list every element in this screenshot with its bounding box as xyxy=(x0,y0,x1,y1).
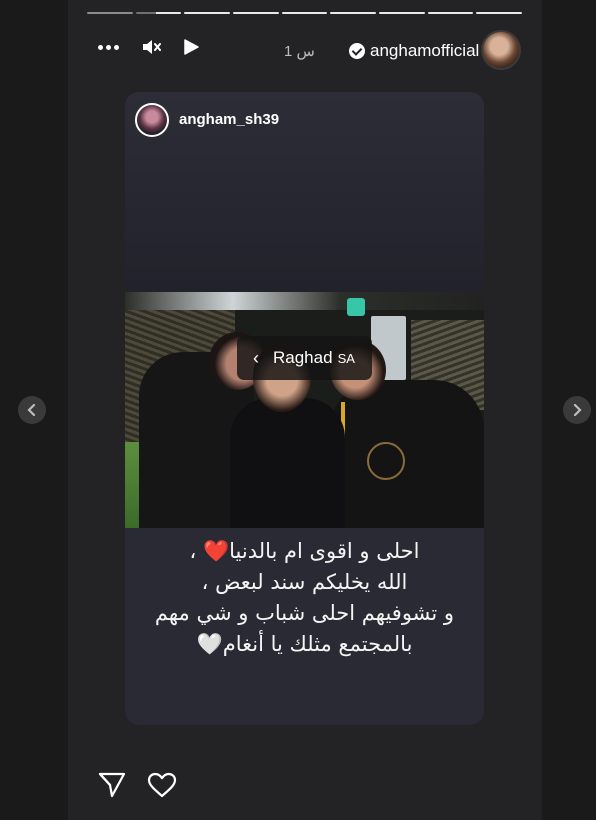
mention-suffix: SA xyxy=(337,350,355,366)
progress-segment-current xyxy=(135,12,182,14)
person-right xyxy=(330,380,484,528)
progress-segment xyxy=(330,12,377,14)
shared-post-photo xyxy=(125,292,484,528)
mention-tag[interactable]: ‹ Raghad SA xyxy=(237,336,372,380)
more-options-button[interactable] xyxy=(98,44,119,50)
verified-badge-icon xyxy=(349,43,365,59)
story-username[interactable]: anghamofficial xyxy=(349,41,479,61)
progress-segment xyxy=(233,12,279,14)
chevron-left-icon: ‹ xyxy=(253,347,259,368)
story-frame: 1 س anghamofficial angham_sh39 ‹ Raghad … xyxy=(68,0,542,820)
avatar[interactable] xyxy=(481,30,521,70)
progress-segment xyxy=(184,12,231,14)
progress-segment xyxy=(379,12,425,14)
send-button[interactable] xyxy=(98,772,126,803)
mention-name: Raghad xyxy=(273,348,333,367)
stadium-sign xyxy=(347,298,365,316)
caption-line: احلى و اقوى ام بالدنيا❤️ ، xyxy=(189,539,420,563)
story-time: 1 س xyxy=(284,43,315,60)
story-viewer: 1 س anghamofficial angham_sh39 ‹ Raghad … xyxy=(0,0,596,820)
shirt-print xyxy=(367,442,405,480)
progress-segment xyxy=(476,12,523,14)
caption-line: بالمجتمع مثلك يا أنغام🤍 xyxy=(196,632,413,656)
chevron-right-icon xyxy=(573,404,582,416)
chevron-left-icon xyxy=(27,404,36,416)
person-center xyxy=(230,398,345,528)
story-progress xyxy=(87,12,523,14)
play-icon xyxy=(184,39,199,55)
more-options-icon xyxy=(98,44,119,50)
caption-line: الله يخليكم سند لبعض ، xyxy=(201,570,408,594)
caption-line: و تشوفيهم احلى شباب و شي مهم xyxy=(154,601,455,625)
shared-post-caption: احلى و اقوى ام بالدنيا❤️ ، الله يخليكم س… xyxy=(125,536,484,660)
progress-segment xyxy=(281,12,328,14)
progress-segment xyxy=(87,12,133,14)
shared-post-card[interactable]: angham_sh39 ‹ Raghad SA احلى و اقوى ام ب… xyxy=(125,92,484,725)
stadium-roof-lights xyxy=(125,292,484,310)
story-header: 1 س anghamofficial xyxy=(68,28,542,72)
shared-post-avatar[interactable] xyxy=(135,103,169,137)
story-controls xyxy=(98,38,199,56)
mute-icon xyxy=(143,40,161,54)
next-story-button[interactable] xyxy=(563,396,591,424)
username-label: anghamofficial xyxy=(370,41,480,60)
progress-segment xyxy=(427,12,474,14)
mute-button[interactable] xyxy=(141,38,161,56)
heart-icon xyxy=(147,772,177,798)
play-button[interactable] xyxy=(183,38,199,56)
send-icon xyxy=(98,772,126,798)
like-button[interactable] xyxy=(147,772,177,803)
shared-post-username[interactable]: angham_sh39 xyxy=(179,111,279,128)
previous-story-button[interactable] xyxy=(18,396,46,424)
story-footer xyxy=(68,758,542,808)
